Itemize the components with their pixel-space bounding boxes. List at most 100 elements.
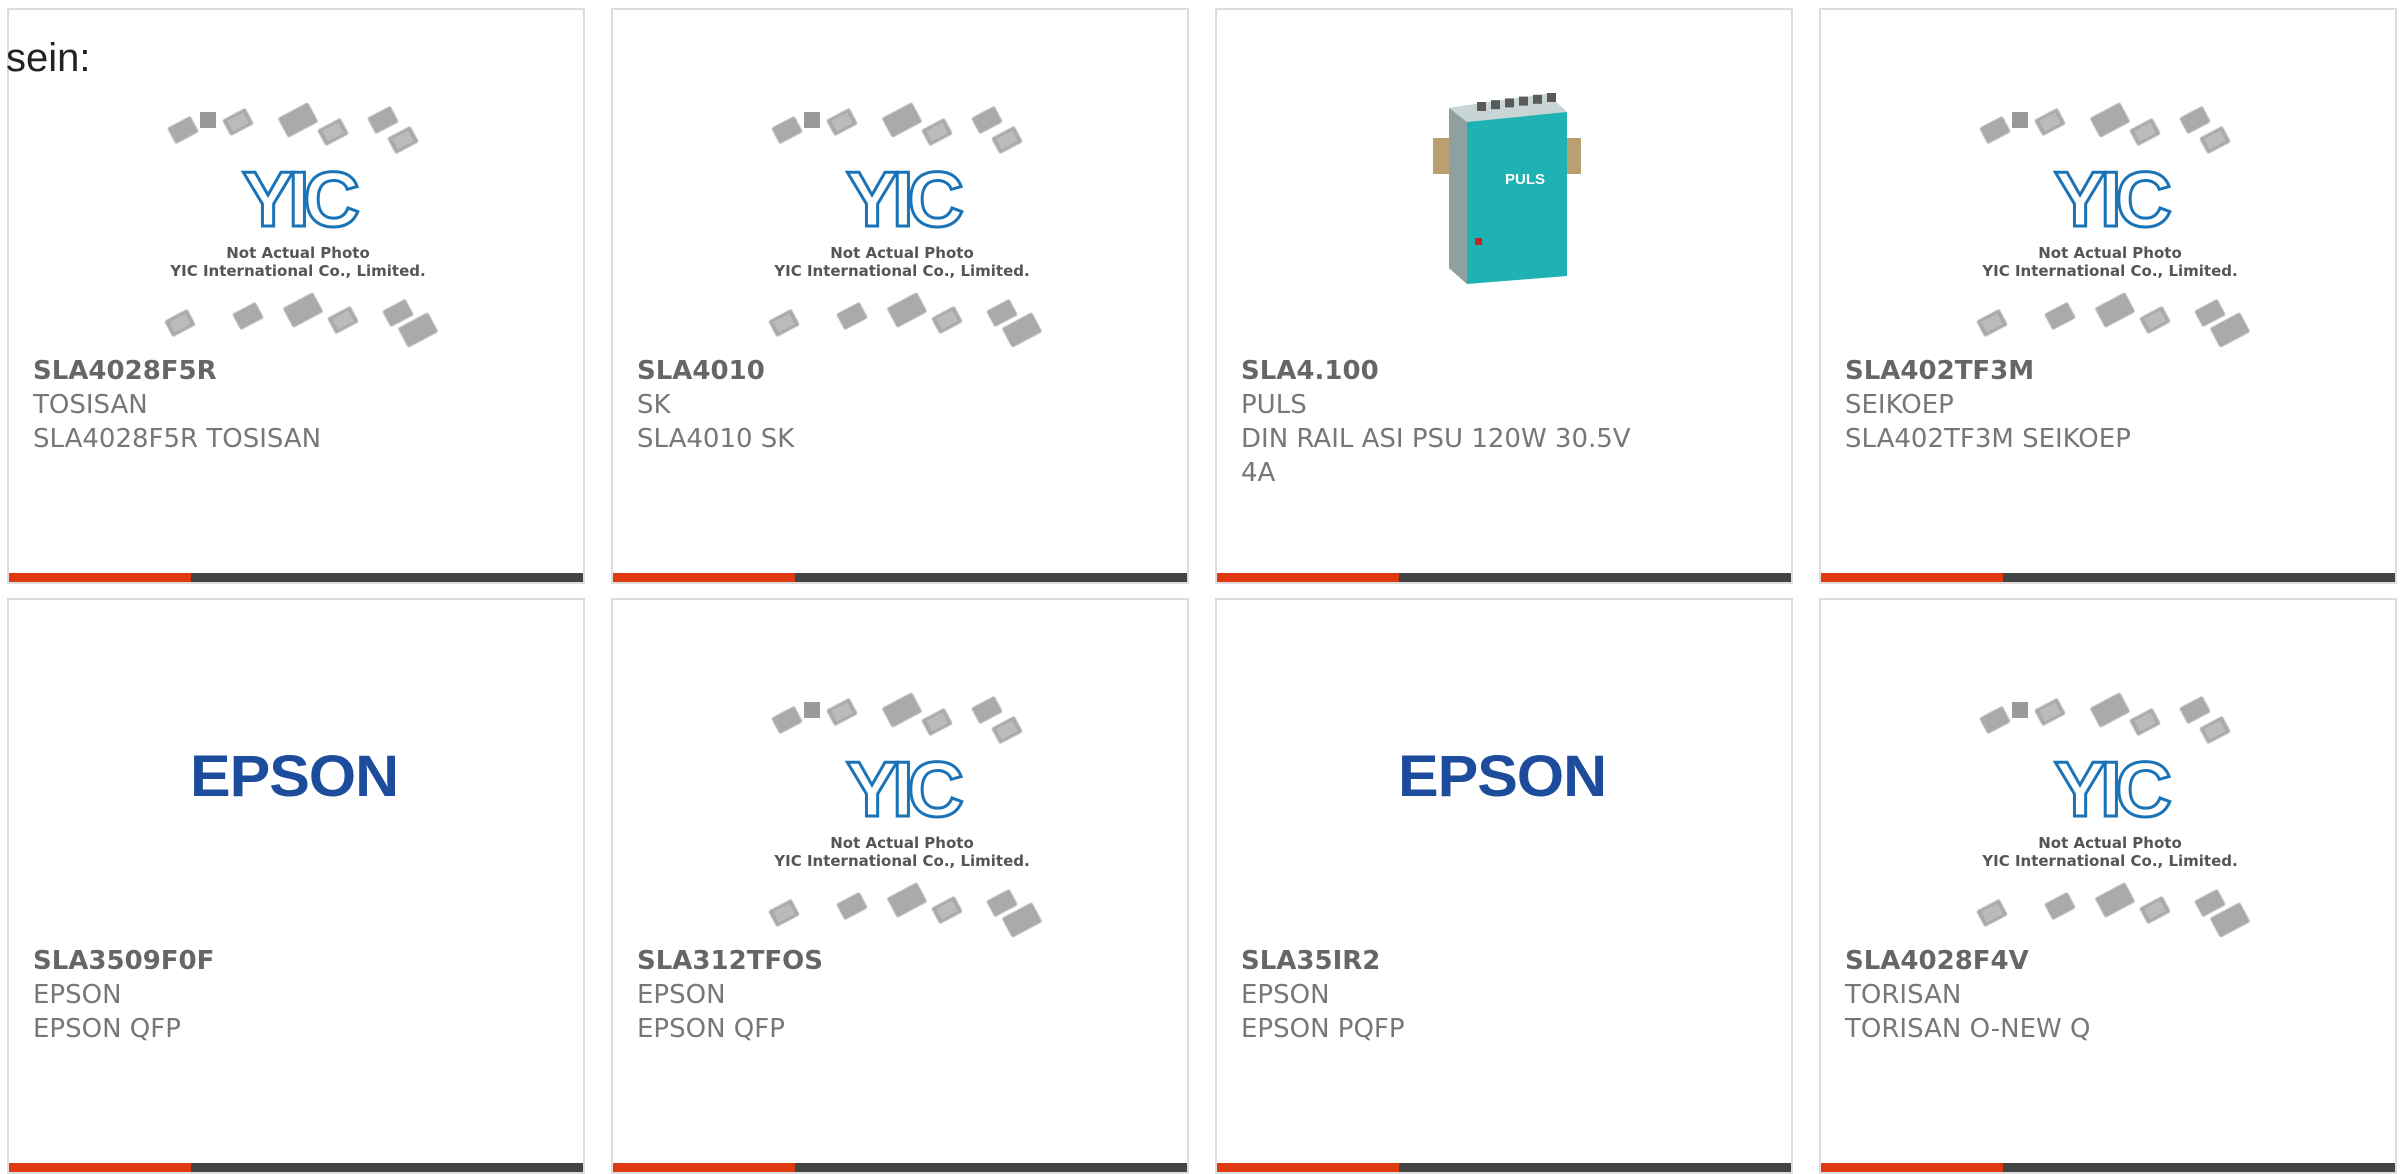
chip-graphic	[200, 112, 216, 128]
card-bottom-bar	[1821, 1163, 2395, 1172]
chip-graphic	[278, 102, 318, 138]
description: DIN RAIL ASI PSU 120W 30.5V 4A	[1241, 424, 1631, 488]
chip-graphic	[887, 882, 927, 918]
card-bottom-bar	[9, 1163, 583, 1172]
chip-graphic	[2095, 292, 2135, 328]
psu-side-panel	[1449, 108, 1467, 284]
chip-graphic	[2139, 896, 2171, 924]
epson-logo: EPSON	[190, 744, 399, 809]
placeholder-caption: Not Actual Photo	[226, 244, 370, 262]
card-accent-bar	[1217, 573, 1399, 582]
chip-graphic	[826, 698, 858, 726]
product-image[interactable]: PULS	[1217, 10, 1791, 350]
placeholder-caption: Not Actual Photo	[2038, 244, 2182, 262]
manufacturer: TORISAN	[1845, 980, 1962, 1010]
product-card[interactable]: YIC Not Actual Photo YIC International Co.…	[7, 8, 585, 584]
product-card[interactable]: YIC Not Actual Photo YIC International Co.…	[611, 598, 1189, 1174]
card-bottom-bar	[613, 573, 1187, 582]
terminal-screw	[1491, 100, 1500, 110]
part-number[interactable]: SLA3509F0F	[33, 944, 453, 978]
chip-graphic	[882, 692, 922, 728]
chip-graphic	[991, 126, 1023, 154]
chip-graphic	[971, 696, 1003, 724]
chip-graphic	[2034, 108, 2066, 136]
chip-graphic	[1976, 309, 2008, 337]
chip-graphic	[283, 292, 323, 328]
chip-graphic	[387, 126, 419, 154]
chip-graphic	[164, 309, 196, 337]
part-number[interactable]: SLA312TFOS	[637, 944, 1057, 978]
chip-graphic	[771, 706, 803, 734]
chip-graphic	[1979, 116, 2011, 144]
terminal-screw	[1505, 98, 1514, 108]
part-number[interactable]: SLA4028F5R	[33, 354, 453, 388]
description: TORISAN O-NEW Q	[1845, 1014, 2091, 1044]
epson-logo: EPSON	[1398, 744, 1607, 809]
product-image[interactable]: EPSON	[9, 600, 583, 940]
manufacturer: SEIKOEP	[1845, 390, 1954, 420]
chip-graphic	[2090, 692, 2130, 728]
chip-graphic	[367, 106, 399, 134]
product-image[interactable]: YIC Not Actual Photo YIC International Co.…	[1821, 10, 2395, 350]
part-number[interactable]: SLA4010	[637, 354, 1057, 388]
yic-logo: YIC	[846, 745, 963, 833]
manufacturer: PULS	[1241, 390, 1307, 420]
placeholder-company: YIC International Co., Limited.	[169, 262, 425, 280]
intro-text: sein:	[6, 36, 91, 80]
chip-graphic	[2090, 102, 2130, 138]
placeholder-company: YIC International Co., Limited.	[1981, 262, 2237, 280]
chip-graphic	[921, 708, 953, 736]
chip-graphic	[931, 896, 963, 924]
card-bottom-bar	[613, 1163, 1187, 1172]
product-image[interactable]: YIC Not Actual Photo YIC International Co.…	[613, 10, 1187, 350]
terminal-screw	[1533, 94, 1542, 104]
chip-graphic	[887, 292, 927, 328]
product-image[interactable]: YIC Not Actual Photo YIC International Co.…	[613, 600, 1187, 940]
part-number[interactable]: SLA35IR2	[1241, 944, 1661, 978]
part-number[interactable]: SLA402TF3M	[1845, 354, 2265, 388]
placeholder-caption: Not Actual Photo	[830, 834, 974, 852]
puls-label: PULS	[1505, 171, 1545, 188]
product-image[interactable]: YIC Not Actual Photo YIC International Co.…	[1821, 600, 2395, 940]
product-image[interactable]: YIC Not Actual Photo YIC International Co.…	[9, 10, 583, 350]
product-card[interactable]: EPSON SLA35IR2 EPSON EPSON PQFP	[1215, 598, 1793, 1174]
product-card[interactable]: YIC Not Actual Photo YIC International Co.…	[1819, 8, 2397, 584]
power-supply-image: PULS	[1433, 93, 1581, 284]
chip-graphic	[2095, 882, 2135, 918]
yic-logo: YIC	[242, 155, 359, 243]
chip-graphic	[2179, 696, 2211, 724]
chip-graphic	[991, 716, 1023, 744]
chip-graphic	[2012, 702, 2028, 718]
chip-graphic	[768, 899, 800, 927]
manufacturer: EPSON	[637, 980, 726, 1010]
chip-graphic	[222, 108, 254, 136]
chip-graphic	[836, 892, 868, 920]
yic-placeholder-image: YICNot Actual PhotoYIC International Co.…	[1976, 102, 2250, 348]
status-led	[1475, 238, 1482, 245]
card-accent-bar	[613, 573, 795, 582]
chip-graphic	[2139, 306, 2171, 334]
product-card[interactable]: YIC Not Actual Photo YIC International Co.…	[611, 8, 1189, 584]
product-card[interactable]: YIC Not Actual Photo YIC International Co.…	[1819, 598, 2397, 1174]
product-image[interactable]: EPSON	[1217, 600, 1791, 940]
chip-graphic	[768, 309, 800, 337]
chip-graphic	[2044, 302, 2076, 330]
part-number[interactable]: SLA4028F4V	[1845, 944, 2265, 978]
chip-graphic	[327, 306, 359, 334]
chip-graphic	[836, 302, 868, 330]
card-accent-bar	[1217, 1163, 1399, 1172]
description: EPSON QFP	[637, 1014, 785, 1044]
chip-graphic	[2199, 126, 2231, 154]
yic-placeholder-image: YICNot Actual PhotoYIC International Co.…	[1976, 692, 2250, 938]
product-card[interactable]: PULS SLA4.100 PULS DIN RAIL ASI PSU 120W…	[1215, 8, 1793, 584]
description: SLA4028F5R TOSISAN	[33, 424, 322, 454]
chip-graphic	[1976, 899, 2008, 927]
chip-graphic	[804, 112, 820, 128]
card-bottom-bar	[1217, 1163, 1791, 1172]
chip-graphic	[771, 116, 803, 144]
chip-graphic	[931, 306, 963, 334]
placeholder-company: YIC International Co., Limited.	[773, 852, 1029, 870]
placeholder-company: YIC International Co., Limited.	[1981, 852, 2237, 870]
part-number[interactable]: SLA4.100	[1241, 354, 1661, 388]
product-card[interactable]: EPSON SLA3509F0F EPSON EPSON QFP	[7, 598, 585, 1174]
